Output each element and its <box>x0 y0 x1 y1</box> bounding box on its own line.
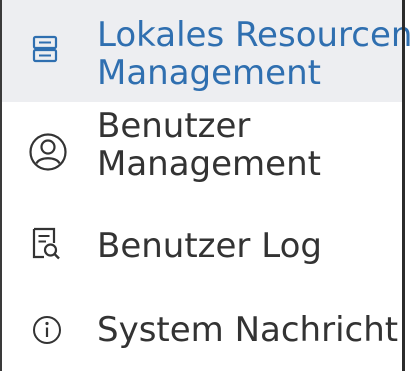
menu-right-border <box>402 0 405 371</box>
info-icon <box>32 315 62 345</box>
user-icon <box>28 132 68 172</box>
menu-item-local-resource-management[interactable]: Lokales Resourcen Management <box>2 0 412 102</box>
menu-item-label: Benutzer Log <box>97 226 322 266</box>
menu-item-label-line1: Lokales Resourcen <box>97 15 413 55</box>
menu-item-label-line1: Benutzer <box>97 106 251 146</box>
menu-item-user-management[interactable]: Benutzer Management <box>2 102 402 197</box>
menu-item-user-log[interactable]: Benutzer Log <box>2 197 402 289</box>
menu-item-label-line2: Management <box>97 144 321 184</box>
menu-item-label-line2: Management <box>97 53 321 93</box>
menu-item-system-message[interactable]: System Nachricht <box>2 289 402 371</box>
menu-item-label: System Nachricht <box>97 310 399 350</box>
server-icon <box>30 34 60 64</box>
log-search-icon <box>30 227 62 261</box>
side-menu: Lokales Resourcen Management Benutzer Ma… <box>0 0 420 371</box>
